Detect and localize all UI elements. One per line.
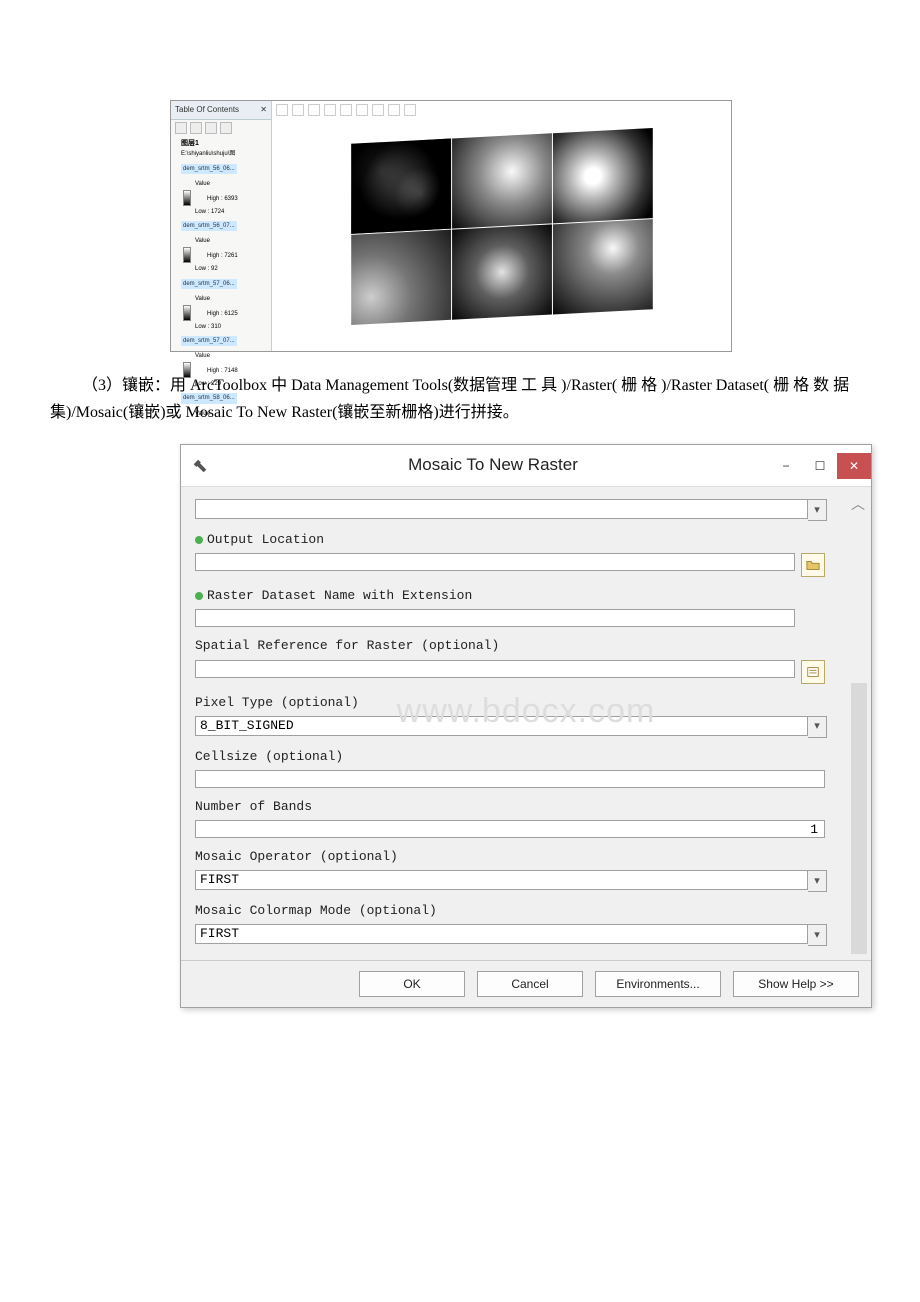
spatial-ref-input[interactable]: [195, 660, 795, 678]
high-value: High : 6125: [193, 311, 238, 317]
source-path: E:\shiyanliu\shuju\图: [181, 149, 269, 159]
show-help-button[interactable]: Show Help >>: [733, 971, 859, 997]
toolbar-icon[interactable]: [404, 104, 416, 116]
value-label: Value: [181, 294, 269, 304]
minimize-button[interactable]: −: [769, 453, 803, 479]
mosaic-to-new-raster-dialog: Mosaic To New Raster − ☐ ✕ www.bdocx.com…: [180, 444, 872, 1008]
dropdown-icon[interactable]: ▾: [808, 924, 827, 946]
browse-button[interactable]: [801, 553, 825, 577]
output-location-input[interactable]: [195, 553, 795, 571]
toolbar-icon[interactable]: [372, 104, 384, 116]
list-by-source-icon[interactable]: [190, 122, 202, 134]
ok-button[interactable]: OK: [359, 971, 465, 997]
toc-title: Table Of Contents: [175, 103, 239, 117]
toolbar-icon[interactable]: [292, 104, 304, 116]
close-button[interactable]: ✕: [837, 453, 871, 479]
input-rasters-field[interactable]: [195, 499, 808, 519]
low-value: Low : 1724: [181, 207, 269, 217]
dropdown-icon[interactable]: ▾: [808, 499, 827, 521]
high-value: High : 7261: [193, 253, 238, 259]
gradient-swatch-icon: [183, 305, 191, 321]
list-by-drawing-icon[interactable]: [175, 122, 187, 134]
colormap-mode-select[interactable]: FIRST: [195, 924, 808, 944]
dropdown-icon[interactable]: ▾: [808, 716, 827, 738]
maximize-button[interactable]: ☐: [803, 453, 837, 479]
bands-input[interactable]: 1: [195, 820, 825, 838]
dialog-titlebar[interactable]: Mosaic To New Raster − ☐ ✕: [181, 445, 871, 487]
value-label: Value: [181, 409, 269, 419]
mosaic-operator-select[interactable]: FIRST: [195, 870, 808, 890]
cellsize-label: Cellsize (optional): [195, 746, 851, 768]
value-label: Value: [181, 236, 269, 246]
toolbar-icon[interactable]: [340, 104, 352, 116]
table-of-contents-panel: Table Of Contents ✕ 图层1 E:\shiyanliu\shu…: [171, 101, 272, 351]
dropdown-icon[interactable]: ▾: [808, 870, 827, 892]
scroll-up-icon[interactable]: ︿: [849, 493, 867, 511]
raster-name-input[interactable]: [195, 609, 795, 627]
toolbar-icon[interactable]: [308, 104, 320, 116]
cellsize-input[interactable]: [195, 770, 825, 788]
value-label: Value: [181, 179, 269, 189]
dem-mosaic-preview: [351, 127, 653, 324]
required-dot-icon: [195, 536, 203, 544]
map-toolbar: [276, 104, 416, 116]
value-label: Value: [181, 351, 269, 361]
layer-name[interactable]: dem_srtm_57_07...: [181, 336, 237, 346]
colormap-mode-label: Mosaic Colormap Mode (optional): [195, 900, 851, 922]
layer-name[interactable]: dem_srtm_56_07...: [181, 221, 237, 231]
list-by-visibility-icon[interactable]: [205, 122, 217, 134]
pixel-type-select[interactable]: 8_BIT_SIGNED: [195, 716, 808, 736]
layer-name[interactable]: dem_srtm_56_06...: [181, 164, 237, 174]
toolbar-icon[interactable]: [388, 104, 400, 116]
high-value: High : 7148: [193, 368, 238, 374]
dialog-footer: OK Cancel Environments... Show Help >>: [181, 960, 871, 1007]
cancel-button[interactable]: Cancel: [477, 971, 583, 997]
raster-name-label: Raster Dataset Name with Extension: [207, 588, 472, 603]
hammer-icon: [191, 457, 209, 475]
list-by-selection-icon[interactable]: [220, 122, 232, 134]
low-value: Low : 229: [181, 379, 269, 389]
map-view[interactable]: [272, 101, 731, 351]
dialog-title: Mosaic To New Raster: [217, 451, 769, 480]
mosaic-operator-label: Mosaic Operator (optional): [195, 846, 851, 868]
toc-pin: ✕: [260, 103, 267, 117]
toolbar-icon[interactable]: [276, 104, 288, 116]
toolbar-icon[interactable]: [356, 104, 368, 116]
layer-name[interactable]: dem_srtm_58_06...: [181, 393, 237, 403]
output-location-label: Output Location: [207, 532, 324, 547]
toolbar-icon[interactable]: [324, 104, 336, 116]
gradient-swatch-icon: [183, 190, 191, 206]
dataframe-name[interactable]: 图层1: [181, 138, 269, 150]
layer-name[interactable]: dem_srtm_57_06...: [181, 279, 237, 289]
scrollbar-track[interactable]: [851, 683, 867, 954]
environments-button[interactable]: Environments...: [595, 971, 721, 997]
gradient-swatch-icon: [183, 362, 191, 378]
bands-label: Number of Bands: [195, 796, 851, 818]
arcmap-screenshot: Table Of Contents ✕ 图层1 E:\shiyanliu\shu…: [170, 100, 732, 352]
low-value: Low : 310: [181, 322, 269, 332]
spatial-ref-label: Spatial Reference for Raster (optional): [195, 635, 851, 657]
required-dot-icon: [195, 592, 203, 600]
browse-button[interactable]: [801, 660, 825, 684]
pixel-type-label: Pixel Type (optional): [195, 692, 851, 714]
toc-toolbar: [171, 120, 271, 136]
toc-tree: 图层1 E:\shiyanliu\shuju\图 dem_srtm_56_06.…: [171, 136, 271, 425]
gradient-swatch-icon: [183, 247, 191, 263]
low-value: Low : 92: [181, 264, 269, 274]
high-value: High : 6393: [193, 196, 238, 202]
